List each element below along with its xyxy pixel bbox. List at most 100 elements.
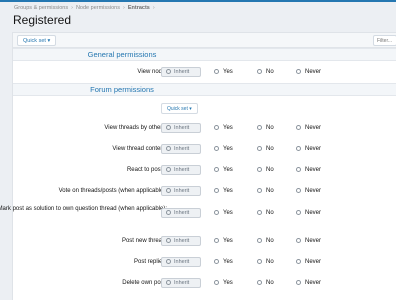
filter-input[interactable]: [373, 35, 396, 46]
inherit-label: Inherit: [174, 146, 190, 152]
radio-label: Yes: [223, 69, 233, 75]
radio-no[interactable]: No: [257, 166, 274, 174]
radio-circle-icon[interactable]: [296, 166, 301, 172]
radio-circle-icon[interactable]: [296, 209, 301, 215]
radio-yes[interactable]: Yes: [214, 237, 233, 245]
permission-label: Vote on threads/posts (when applicable):: [58, 188, 167, 194]
radio-circle-icon[interactable]: [257, 166, 262, 172]
section-title: General permissions: [87, 50, 157, 59]
radio-yes[interactable]: Yes: [214, 258, 233, 266]
permission-label: Delete own post:: [122, 280, 167, 286]
radio-label: No: [266, 188, 274, 194]
inherit-button[interactable]: Inherit: [161, 123, 201, 133]
inherit-button[interactable]: Inherit: [161, 67, 201, 77]
radio-circle-icon[interactable]: [296, 237, 301, 243]
radio-yes[interactable]: Yes: [214, 166, 233, 174]
inherit-button[interactable]: Inherit: [161, 165, 201, 175]
radio-circle-icon[interactable]: [257, 124, 262, 130]
check-circle-icon: [166, 124, 171, 130]
radio-yes[interactable]: Yes: [214, 209, 233, 217]
radio-label: No: [266, 238, 274, 244]
radio-yes[interactable]: Yes: [214, 187, 233, 195]
radio-never[interactable]: Never: [296, 187, 321, 195]
radio-never[interactable]: Never: [296, 145, 321, 153]
breadcrumb-separator-icon: ›: [71, 5, 73, 11]
radio-yes[interactable]: Yes: [214, 145, 233, 153]
radio-circle-icon[interactable]: [296, 187, 301, 193]
radio-circle-icon[interactable]: [214, 209, 219, 215]
inherit-button[interactable]: Inherit: [161, 144, 201, 154]
radio-no[interactable]: No: [257, 187, 274, 195]
permission-label: React to posts:: [126, 167, 167, 173]
radio-circle-icon[interactable]: [214, 68, 219, 74]
radio-no[interactable]: No: [257, 145, 274, 153]
radio-circle-icon[interactable]: [214, 187, 219, 193]
radio-yes[interactable]: Yes: [214, 279, 233, 287]
radio-label: Never: [305, 146, 322, 152]
radio-no[interactable]: No: [257, 237, 274, 245]
check-circle-icon: [166, 209, 171, 215]
radio-circle-icon[interactable]: [214, 124, 219, 130]
radio-circle-icon[interactable]: [296, 258, 301, 264]
radio-label: Yes: [223, 125, 233, 131]
radio-no[interactable]: No: [257, 258, 274, 266]
inherit-label: Inherit: [174, 188, 190, 194]
inherit-button[interactable]: Inherit: [161, 236, 201, 246]
radio-label: Never: [305, 280, 322, 286]
radio-yes[interactable]: Yes: [214, 124, 233, 132]
radio-circle-icon[interactable]: [257, 237, 262, 243]
inherit-label: Inherit: [174, 167, 190, 173]
radio-label: Yes: [223, 146, 233, 152]
radio-label: Yes: [223, 210, 233, 216]
radio-circle-icon[interactable]: [296, 279, 301, 285]
inherit-button[interactable]: Inherit: [161, 257, 201, 267]
check-circle-icon: [166, 258, 171, 264]
radio-no[interactable]: No: [257, 124, 274, 132]
breadcrumb-item[interactable]: Groups & permissions: [14, 5, 68, 11]
radio-circle-icon[interactable]: [214, 258, 219, 264]
radio-circle-icon[interactable]: [257, 68, 262, 74]
radio-never[interactable]: Never: [296, 209, 321, 217]
radio-circle-icon[interactable]: [257, 187, 262, 193]
radio-circle-icon[interactable]: [257, 279, 262, 285]
section-general-permissions: General permissions: [13, 48, 396, 61]
breadcrumb-item[interactable]: Node permissions: [76, 5, 120, 11]
quick-set-button[interactable]: Quick set ▾: [17, 35, 57, 46]
inherit-label: Inherit: [174, 69, 190, 75]
radio-label: No: [266, 280, 274, 286]
radio-no[interactable]: No: [257, 209, 274, 217]
forum-quick-set-button[interactable]: Quick set ▾: [161, 103, 198, 114]
radio-circle-icon[interactable]: [214, 279, 219, 285]
radio-circle-icon[interactable]: [257, 258, 262, 264]
radio-circle-icon[interactable]: [296, 124, 301, 130]
radio-circle-icon[interactable]: [296, 145, 301, 151]
radio-circle-icon[interactable]: [257, 145, 262, 151]
breadcrumb-separator-icon: ›: [152, 5, 155, 11]
radio-label: No: [266, 69, 274, 75]
breadcrumb-item[interactable]: Entracts: [128, 5, 150, 11]
radio-label: Never: [305, 69, 322, 75]
check-circle-icon: [166, 145, 171, 151]
radio-never[interactable]: Never: [296, 166, 321, 174]
inherit-label: Inherit: [174, 238, 190, 244]
inherit-button[interactable]: Inherit: [161, 278, 201, 288]
inherit-button[interactable]: Inherit: [161, 208, 201, 218]
radio-no[interactable]: No: [257, 68, 274, 76]
inherit-button[interactable]: Inherit: [161, 186, 201, 196]
radio-never[interactable]: Never: [296, 279, 321, 287]
radio-never[interactable]: Never: [296, 68, 321, 76]
radio-circle-icon[interactable]: [296, 68, 301, 74]
check-circle-icon: [166, 237, 171, 243]
radio-circle-icon[interactable]: [214, 145, 219, 151]
radio-circle-icon[interactable]: [257, 209, 262, 215]
radio-label: Yes: [223, 280, 233, 286]
radio-no[interactable]: No: [257, 279, 274, 287]
radio-never[interactable]: Never: [296, 258, 321, 266]
radio-never[interactable]: Never: [296, 237, 321, 245]
radio-circle-icon[interactable]: [214, 237, 219, 243]
radio-yes[interactable]: Yes: [214, 68, 233, 76]
check-circle-icon: [166, 187, 171, 193]
radio-never[interactable]: Never: [296, 124, 321, 132]
radio-circle-icon[interactable]: [214, 166, 219, 172]
page-title: Registered: [13, 13, 72, 27]
